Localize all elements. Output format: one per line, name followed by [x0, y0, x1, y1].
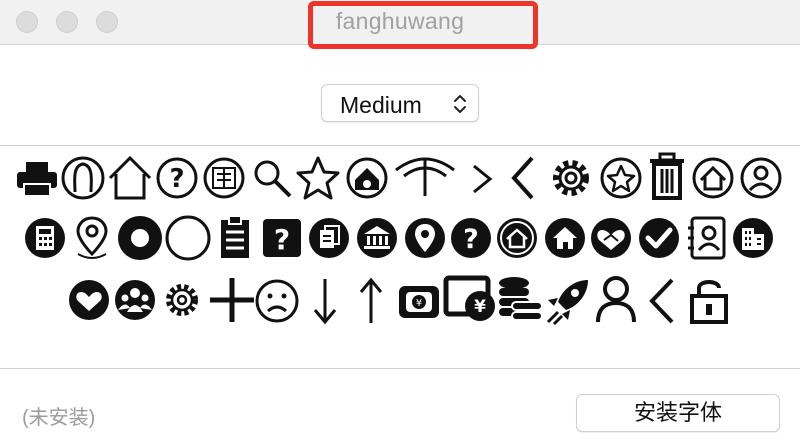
help-square-icon: ?	[263, 219, 301, 257]
home-circle-icon	[692, 157, 734, 199]
search-icon	[254, 160, 292, 198]
clipboard-icon	[221, 215, 249, 258]
check-circle-icon	[639, 218, 679, 258]
svg-text:¥: ¥	[416, 298, 422, 309]
user-outline-icon	[61, 156, 105, 200]
home-sync-icon	[497, 218, 537, 258]
calculator-icon	[25, 218, 65, 258]
home-filled-icon	[545, 218, 585, 258]
sad-face-icon	[255, 279, 299, 323]
svg-text:?: ?	[169, 164, 184, 194]
location-filled-icon	[405, 218, 445, 258]
contact-card-icon	[688, 216, 726, 260]
bank-icon	[357, 218, 397, 258]
user-circle-icon	[740, 157, 782, 199]
team-icon	[115, 280, 155, 320]
install-font-button[interactable]: 安装字体	[576, 394, 780, 432]
title-highlight-box	[308, 1, 538, 49]
map-pin-outline-icon	[76, 216, 108, 259]
star-circle-icon	[600, 157, 642, 199]
home-outline-icon	[108, 155, 152, 200]
top-divider	[0, 145, 800, 146]
gear-icon	[553, 160, 589, 196]
yen-card-icon: ¥	[443, 275, 495, 321]
settings-icon	[166, 284, 198, 316]
install-status: (未安装)	[22, 407, 96, 429]
title-bar: fanghuwang	[0, 0, 800, 49]
size-select[interactable]: Medium	[321, 84, 479, 122]
heart-hands-icon	[69, 280, 109, 320]
handshake-icon	[591, 218, 631, 258]
back-chevron-icon	[649, 278, 674, 324]
record-filled-icon	[118, 216, 162, 260]
arrow-up-icon	[359, 277, 383, 323]
printer-icon	[17, 162, 57, 197]
help-filled-icon: ?	[451, 218, 491, 258]
svg-text:?: ?	[274, 223, 290, 256]
help-circle-icon: ?	[156, 157, 198, 199]
building-icon	[733, 218, 773, 258]
wallet-icon: ¥	[399, 286, 439, 318]
bottom-divider	[0, 368, 800, 369]
star-outline-icon	[296, 156, 340, 200]
coins-icon	[499, 277, 543, 321]
updown-chevron-icon	[454, 95, 466, 113]
signal-icon	[395, 157, 455, 196]
trash-icon	[650, 152, 684, 200]
svg-text:?: ?	[463, 224, 479, 255]
plus-icon	[210, 278, 254, 322]
svg-text:¥: ¥	[474, 297, 486, 317]
person-icon	[596, 276, 636, 323]
unlock-icon	[690, 280, 728, 324]
documents-icon	[309, 218, 349, 258]
home-wifi-icon	[346, 157, 388, 199]
chevron-left-icon	[511, 156, 534, 200]
arrow-down-icon	[313, 279, 337, 325]
chevron-right-icon	[473, 164, 493, 194]
review-badge-icon	[203, 157, 245, 199]
glyph-preview: ? ? ? ¥ ¥	[0, 150, 800, 370]
size-select-value: Medium	[340, 92, 422, 118]
rocket-icon	[546, 280, 588, 326]
circle-outline-icon	[165, 215, 211, 261]
